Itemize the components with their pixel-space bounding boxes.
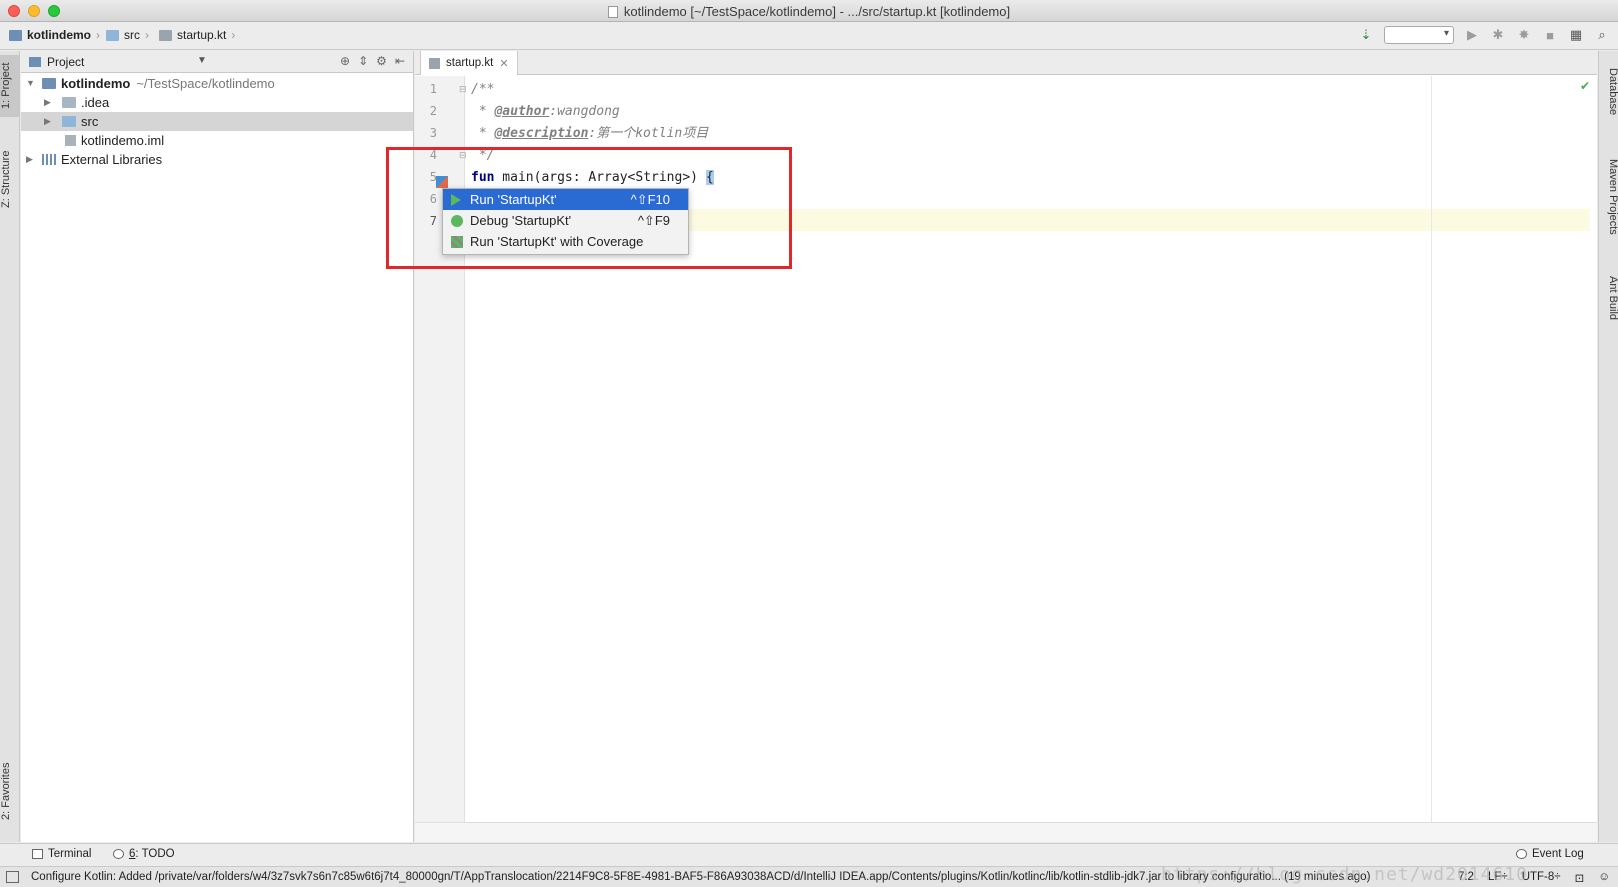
kotlin-file-icon [159,29,172,41]
code-line-1: /** [471,82,495,97]
fold-icon[interactable]: ⊟ [459,84,467,95]
lock-icon[interactable]: ⊡ [1575,871,1585,885]
library-icon [42,154,56,165]
collapsed-arrow-icon[interactable]: ▶ [26,150,33,169]
source-folder-icon [62,116,76,127]
tab-favorites[interactable]: 2: Favorites [0,751,20,831]
search-icon[interactable]: ⌕ [1594,27,1610,43]
breadcrumb-item-startup-kt[interactable]: startup.kt › [159,28,235,42]
todo-tool-button[interactable]: 6: TODO [113,848,175,860]
module-icon [9,29,22,41]
hide-panel-icon[interactable]: ⇤ [395,54,405,68]
expanded-arrow-icon[interactable]: ▼ [26,74,35,93]
editor-tabs: startup.kt ✕ [415,51,1597,75]
run-gutter-icon[interactable] [436,176,448,188]
code-line-3: * @description:第一个kotlin项目 [471,126,709,141]
tab-database[interactable]: Database [1599,57,1618,127]
project-icon [29,57,41,67]
inspector-icon[interactable]: ☺ [1598,871,1610,885]
document-icon [607,6,618,18]
folder-icon [62,97,76,108]
debug-icon[interactable]: ✱ [1490,27,1506,43]
folder-icon [106,29,119,41]
collapse-all-icon[interactable]: ⇕ [358,54,368,68]
chevron-down-icon[interactable]: ▼ [197,55,207,66]
coverage-icon [451,236,463,248]
collapsed-arrow-icon[interactable]: ▶ [44,112,51,131]
project-tree: ▼ kotlindemo ~/TestSpace/kotlindemo ▶ .id… [21,74,413,169]
watermark: https://blog.csdn.net/wd2014610 [1161,864,1528,885]
kotlin-file-icon [429,57,440,69]
build-project-icon[interactable]: ⇣ [1358,27,1374,43]
navigation-bar: kotlindemo › src › startup.kt › ⇣ ▶ ✱ ✸ … [0,22,1618,50]
locate-icon[interactable]: ⊕ [340,54,350,68]
project-panel-header: Project ▼ ⊕ ⇕ ⚙ ⇤ [21,51,413,73]
run-toolbar: ⇣ ▶ ✱ ✸ ■ ▦ ⌕ [1358,26,1610,44]
collapsed-arrow-icon[interactable]: ▶ [44,93,51,112]
tree-item-kotlindemo[interactable]: ▼ kotlindemo ~/TestSpace/kotlindemo [21,74,413,93]
gear-icon[interactable]: ⚙ [376,54,387,68]
tree-item-src[interactable]: ▶ src [21,112,413,131]
run-icon[interactable]: ▶ [1464,27,1480,43]
project-view-selector[interactable]: Project [29,55,84,69]
todo-icon [113,849,124,859]
run-with-coverage-menu-item[interactable]: Run 'StartupKt' with Coverage [443,231,688,252]
tab-project[interactable]: 1: Project [0,55,20,117]
run-context-popup: Run 'StartupKt' ^⇧F10 Debug 'StartupKt' … [442,188,689,255]
breadcrumb-item-src[interactable]: src › [106,28,149,42]
run-icon [451,194,461,206]
tab-startup-kt[interactable]: startup.kt ✕ [420,51,518,75]
tab-structure[interactable]: Z: Structure [0,139,20,219]
event-log-icon [1516,849,1527,859]
run-startupkt-menu-item[interactable]: Run 'StartupKt' ^⇧F10 [443,189,688,210]
chevron-right-icon: › [145,28,149,42]
tree-item-external-libraries[interactable]: ▶ External Libraries [21,150,413,169]
code-line-5: fun main(args: Array<String>) { [471,170,714,185]
code-line-4: */ [471,148,495,163]
debug-icon [451,215,463,227]
close-tab-icon[interactable]: ✕ [499,57,508,70]
left-tool-strip: 1: Project Z: Structure 2: Favorites [0,51,20,842]
horizontal-scrollbar[interactable] [415,822,1597,842]
title-bar: kotlindemo [~/TestSpace/kotlindemo] - ..… [0,0,1618,22]
window-title: kotlindemo [~/TestSpace/kotlindemo] - ..… [623,4,1011,19]
bottom-tool-bar: Terminal 6: TODO Event Log [0,843,1618,865]
tree-item-idea[interactable]: ▶ .idea [21,93,413,112]
chevron-right-icon: › [96,28,101,42]
coverage-icon[interactable]: ✸ [1516,27,1532,43]
stop-icon[interactable]: ■ [1542,28,1558,43]
project-panel: Project ▼ ⊕ ⇕ ⚙ ⇤ ▼ kotlindemo ~/TestSpac… [21,51,414,842]
module-file-icon [65,135,76,146]
breadcrumb-item-kotlindemo[interactable]: kotlindemo › [9,28,100,42]
module-icon [42,78,56,89]
fold-icon[interactable]: ⊟ [459,150,467,161]
right-tool-strip: Database Maven Projects Ant Build [1598,51,1618,842]
run-configuration-select[interactable] [1384,26,1454,44]
tree-item-kotlindemo-iml[interactable]: kotlindemo.iml [21,131,413,150]
terminal-tool-button[interactable]: Terminal [32,848,91,860]
terminal-icon [32,849,43,859]
tool-windows-toggle-icon[interactable] [6,871,19,883]
project-structure-icon[interactable]: ▦ [1568,27,1584,43]
tab-ant-build[interactable]: Ant Build [1599,263,1618,333]
event-log-button[interactable]: Event Log [1516,848,1584,860]
tab-maven-projects[interactable]: Maven Projects [1599,147,1618,247]
chevron-right-icon: › [231,28,236,42]
code-line-2: * @author:wangdong [471,104,620,119]
debug-startupkt-menu-item[interactable]: Debug 'StartupKt' ^⇧F9 [443,210,688,231]
